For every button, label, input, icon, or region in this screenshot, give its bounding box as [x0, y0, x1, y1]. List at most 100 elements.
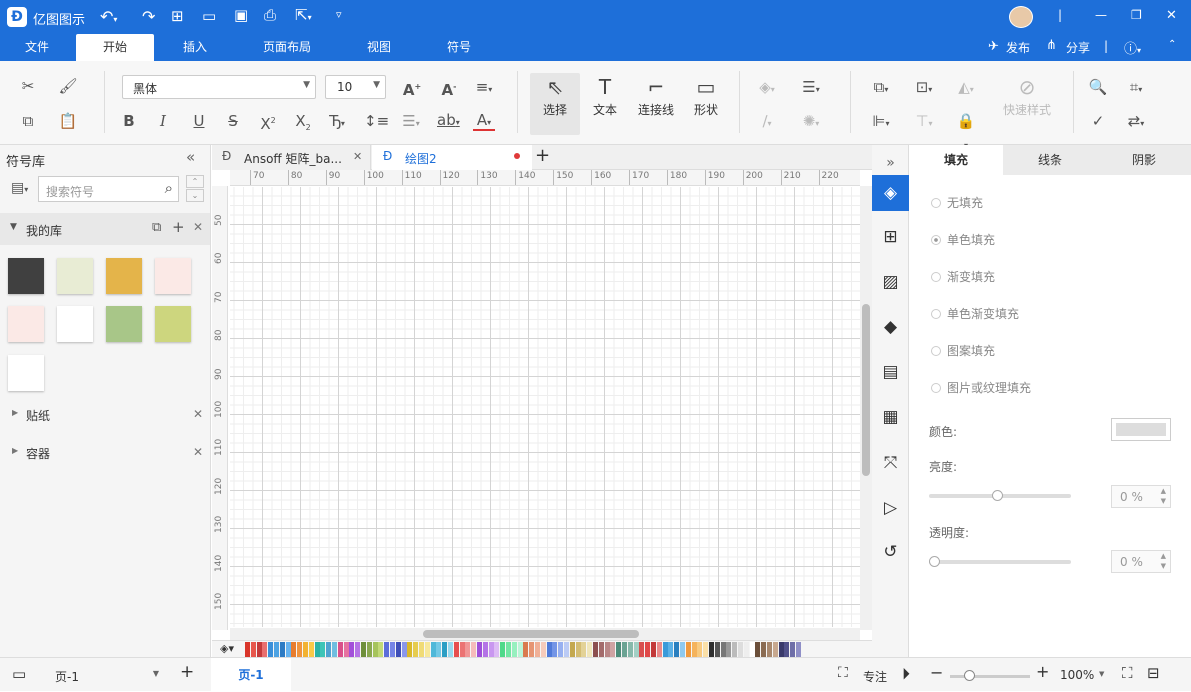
- palette-color[interactable]: [772, 642, 778, 657]
- doc-tab-drawing2[interactable]: Ð 绘图2: [372, 145, 532, 171]
- vertical-scroll-thumb[interactable]: [862, 304, 870, 476]
- opacity-slider-thumb[interactable]: [929, 556, 940, 567]
- palette-color[interactable]: [709, 642, 714, 657]
- print-icon[interactable]: ⎙: [264, 6, 276, 24]
- search-icon[interactable]: ⌕: [165, 179, 173, 197]
- font-size-select[interactable]: 10 ▼: [325, 75, 386, 99]
- tab-page-layout[interactable]: 页面布局: [250, 34, 324, 61]
- palette-color[interactable]: [743, 642, 749, 657]
- zoom-level[interactable]: 100%: [1060, 668, 1094, 682]
- palette-color[interactable]: [378, 642, 384, 657]
- restore-icon[interactable]: ❐: [1131, 8, 1142, 22]
- connector-tool-button[interactable]: ⌐ 连接线: [633, 73, 679, 118]
- palette-color[interactable]: [506, 642, 511, 657]
- palette-color[interactable]: [494, 642, 500, 657]
- group-icon[interactable]: ⊡▾: [913, 76, 935, 98]
- spinner-icon[interactable]: ▲ ▼: [1161, 486, 1166, 506]
- close-icon[interactable]: ✕: [1166, 8, 1177, 23]
- font-color-icon[interactable]: A▾: [473, 109, 495, 131]
- publish-button[interactable]: 发布: [1006, 39, 1030, 56]
- palette-color[interactable]: [245, 642, 250, 657]
- palette-color[interactable]: [419, 642, 424, 657]
- palette-color[interactable]: [558, 642, 564, 657]
- image-icon[interactable]: ▨: [872, 264, 909, 300]
- palette-color[interactable]: [517, 642, 523, 657]
- datasheet-icon[interactable]: ▦: [872, 399, 909, 435]
- bullet-list-icon[interactable]: ☰▾: [400, 110, 422, 132]
- line-style-icon[interactable]: ☰▾: [800, 76, 822, 98]
- palette-color[interactable]: [703, 642, 709, 657]
- palette-color[interactable]: [564, 642, 569, 657]
- tab-insert[interactable]: 插入: [160, 34, 230, 61]
- effects-icon[interactable]: ✺▾: [800, 110, 822, 132]
- palette-color[interactable]: [622, 642, 627, 657]
- history-icon[interactable]: ↺: [872, 534, 909, 570]
- palette-color[interactable]: [674, 642, 680, 657]
- palette-color[interactable]: [326, 642, 332, 657]
- text-case-icon[interactable]: Ꚋ▾: [326, 110, 348, 132]
- layers-icon[interactable]: ◆: [872, 309, 909, 345]
- focus-icon[interactable]: ⛶: [838, 665, 848, 681]
- palette-color[interactable]: [477, 642, 482, 657]
- palette-color[interactable]: [407, 642, 413, 657]
- palette-color[interactable]: [343, 642, 349, 657]
- tab-line[interactable]: 线条: [1003, 145, 1097, 175]
- palette-color[interactable]: [262, 642, 268, 657]
- palette-color[interactable]: [401, 642, 407, 657]
- palette-color[interactable]: [297, 642, 303, 657]
- palette-color[interactable]: [627, 642, 633, 657]
- shape-tool-button[interactable]: ▭ 形状: [686, 73, 726, 118]
- underline-icon[interactable]: U: [188, 110, 210, 132]
- palette-color[interactable]: [685, 642, 691, 657]
- redo-icon[interactable]: ↷: [142, 7, 155, 26]
- save-icon[interactable]: ▣: [234, 6, 248, 24]
- copy-icon[interactable]: ⧉: [17, 110, 39, 132]
- strikethrough-icon[interactable]: S: [222, 110, 244, 132]
- export-icon[interactable]: ⇱▾: [295, 6, 312, 24]
- select-tool-button[interactable]: ⇖ 选择: [530, 73, 580, 135]
- fullscreen-icon[interactable]: ⛶: [1122, 664, 1133, 682]
- tab-view[interactable]: 视图: [350, 34, 408, 61]
- palette-color[interactable]: [337, 642, 343, 657]
- library-swatch[interactable]: [106, 306, 142, 342]
- palette-color[interactable]: [691, 642, 697, 657]
- palette-color[interactable]: [680, 642, 685, 657]
- palette-color[interactable]: [732, 642, 738, 657]
- palette-color[interactable]: [511, 642, 517, 657]
- lock-icon[interactable]: 🔒▾: [955, 110, 977, 150]
- scroll-down-icon[interactable]: ⌄: [186, 189, 204, 202]
- palette-color[interactable]: [453, 642, 459, 657]
- distribute-icon[interactable]: ⊤▾: [913, 110, 935, 132]
- close-tab-icon[interactable]: ✕: [353, 150, 362, 163]
- palette-color[interactable]: [471, 642, 477, 657]
- palette-color[interactable]: [796, 642, 801, 657]
- palette-color[interactable]: [575, 642, 581, 657]
- palette-color[interactable]: [552, 642, 558, 657]
- palette-color[interactable]: [256, 642, 262, 657]
- text-tool-button[interactable]: T 文本: [585, 73, 625, 118]
- spell-check-icon[interactable]: ✓: [1087, 110, 1109, 132]
- palette-color[interactable]: [540, 642, 546, 657]
- palette-color[interactable]: [714, 642, 720, 657]
- palette-color[interactable]: [593, 642, 598, 657]
- fill-option[interactable]: 单色渐变填充: [931, 305, 1019, 322]
- doc-tab-ansoff[interactable]: Ð Ansoff 矩阵_ba... ✕: [212, 145, 371, 170]
- opacity-input[interactable]: 0 % ▲ ▼: [1111, 550, 1171, 573]
- tab-file[interactable]: 文件: [5, 34, 69, 61]
- library-swatch[interactable]: [155, 306, 191, 342]
- palette-color[interactable]: [720, 642, 726, 657]
- fill-bucket-icon[interactable]: ◈▾: [220, 642, 234, 655]
- sticker-section[interactable]: ▶ 贴纸 ✕: [0, 403, 210, 427]
- page-tab-1[interactable]: 页-1: [211, 658, 291, 692]
- palette-color[interactable]: [482, 642, 488, 657]
- palette-color[interactable]: [726, 642, 732, 657]
- subscript-icon[interactable]: X2: [292, 110, 314, 132]
- horizontal-scrollbar[interactable]: [230, 628, 860, 640]
- opacity-slider[interactable]: [929, 556, 1071, 567]
- palette-color[interactable]: [413, 642, 419, 657]
- fill-option[interactable]: 图片或纹理填充: [931, 379, 1031, 396]
- brightness-slider[interactable]: [929, 490, 1071, 501]
- format-painter-icon[interactable]: 🖌: [57, 75, 79, 97]
- bold-icon[interactable]: B: [118, 110, 140, 132]
- import-icon[interactable]: ⧉: [152, 220, 161, 235]
